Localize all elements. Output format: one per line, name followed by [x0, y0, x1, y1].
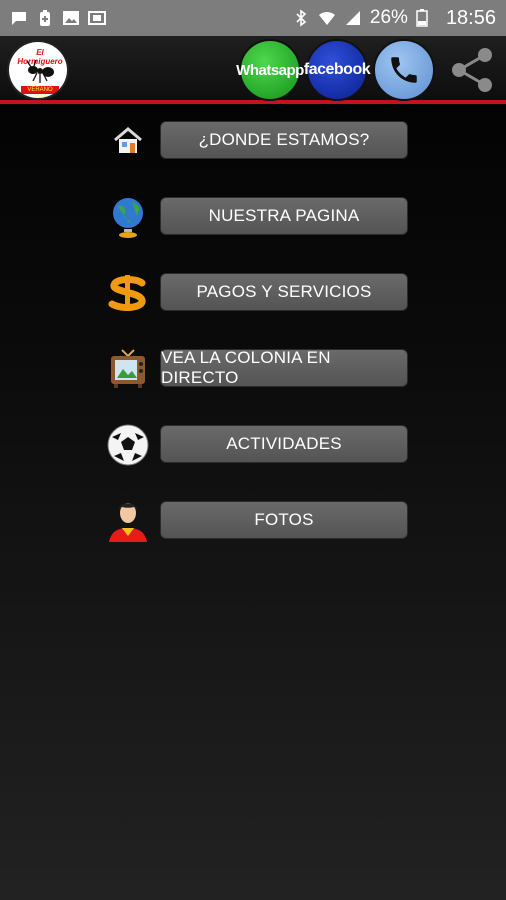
header-divider	[0, 100, 506, 104]
pagos-servicios-button[interactable]: PAGOS Y SERVICIOS	[160, 273, 408, 311]
donde-estamos-button[interactable]: ¿DONDE ESTAMOS?	[160, 121, 408, 159]
nuestra-pagina-button[interactable]: NUESTRA PAGINA	[160, 197, 408, 235]
status-bar: 26% 18:56	[0, 0, 506, 36]
battery-icon	[416, 9, 434, 27]
tv-icon	[100, 344, 156, 394]
gallery-icon	[88, 9, 106, 27]
colonia-directo-button[interactable]: VEA LA COLONIA EN DIRECTO	[160, 348, 408, 387]
fotos-button[interactable]: FOTOS	[160, 501, 408, 539]
facebook-label: facebook	[303, 61, 371, 78]
person-icon	[100, 496, 156, 546]
signal-icon	[344, 9, 362, 27]
bluetooth-icon	[292, 9, 310, 27]
share-button[interactable]	[447, 45, 497, 95]
share-icon	[452, 48, 492, 92]
actividades-button[interactable]: ACTIVIDADES	[160, 425, 408, 463]
image-icon	[62, 9, 80, 27]
menu-row-fotos: FOTOS	[0, 501, 506, 542]
soccer-ball-icon	[100, 420, 156, 470]
whatsapp-button[interactable]: Whatsapp	[236, 39, 304, 101]
dollar-icon	[100, 268, 156, 318]
phone-icon	[391, 57, 417, 83]
app-logo: El Hormiguero VERANO 2016	[7, 40, 69, 100]
facebook-button[interactable]: facebook	[303, 39, 371, 101]
status-left-icons	[10, 9, 106, 27]
logo-subtitle: VERANO 2016	[21, 86, 59, 98]
menu-row-pagos-servicios: PAGOS Y SERVICIOS	[0, 273, 506, 313]
clock: 18:56	[445, 6, 496, 29]
menu-row-colonia-directo: VEA LA COLONIA EN DIRECTO	[0, 348, 506, 389]
house-icon	[100, 116, 156, 166]
call-button[interactable]	[373, 39, 435, 101]
globe-icon	[100, 192, 156, 242]
menu-row-nuestra-pagina: NUESTRA PAGINA	[0, 197, 506, 238]
whatsapp-label: Whatsapp	[236, 61, 304, 79]
message-icon	[10, 9, 28, 27]
menu-row-donde-estamos: ¿DONDE ESTAMOS?	[0, 121, 506, 161]
menu-row-actividades: ACTIVIDADES	[0, 424, 506, 466]
battery-percent: 26%	[369, 7, 408, 28]
status-right-icons: 26% 18:56	[292, 7, 496, 30]
battery-saver-icon	[36, 9, 54, 27]
wifi-icon	[318, 9, 336, 27]
ant-icon	[26, 59, 54, 83]
